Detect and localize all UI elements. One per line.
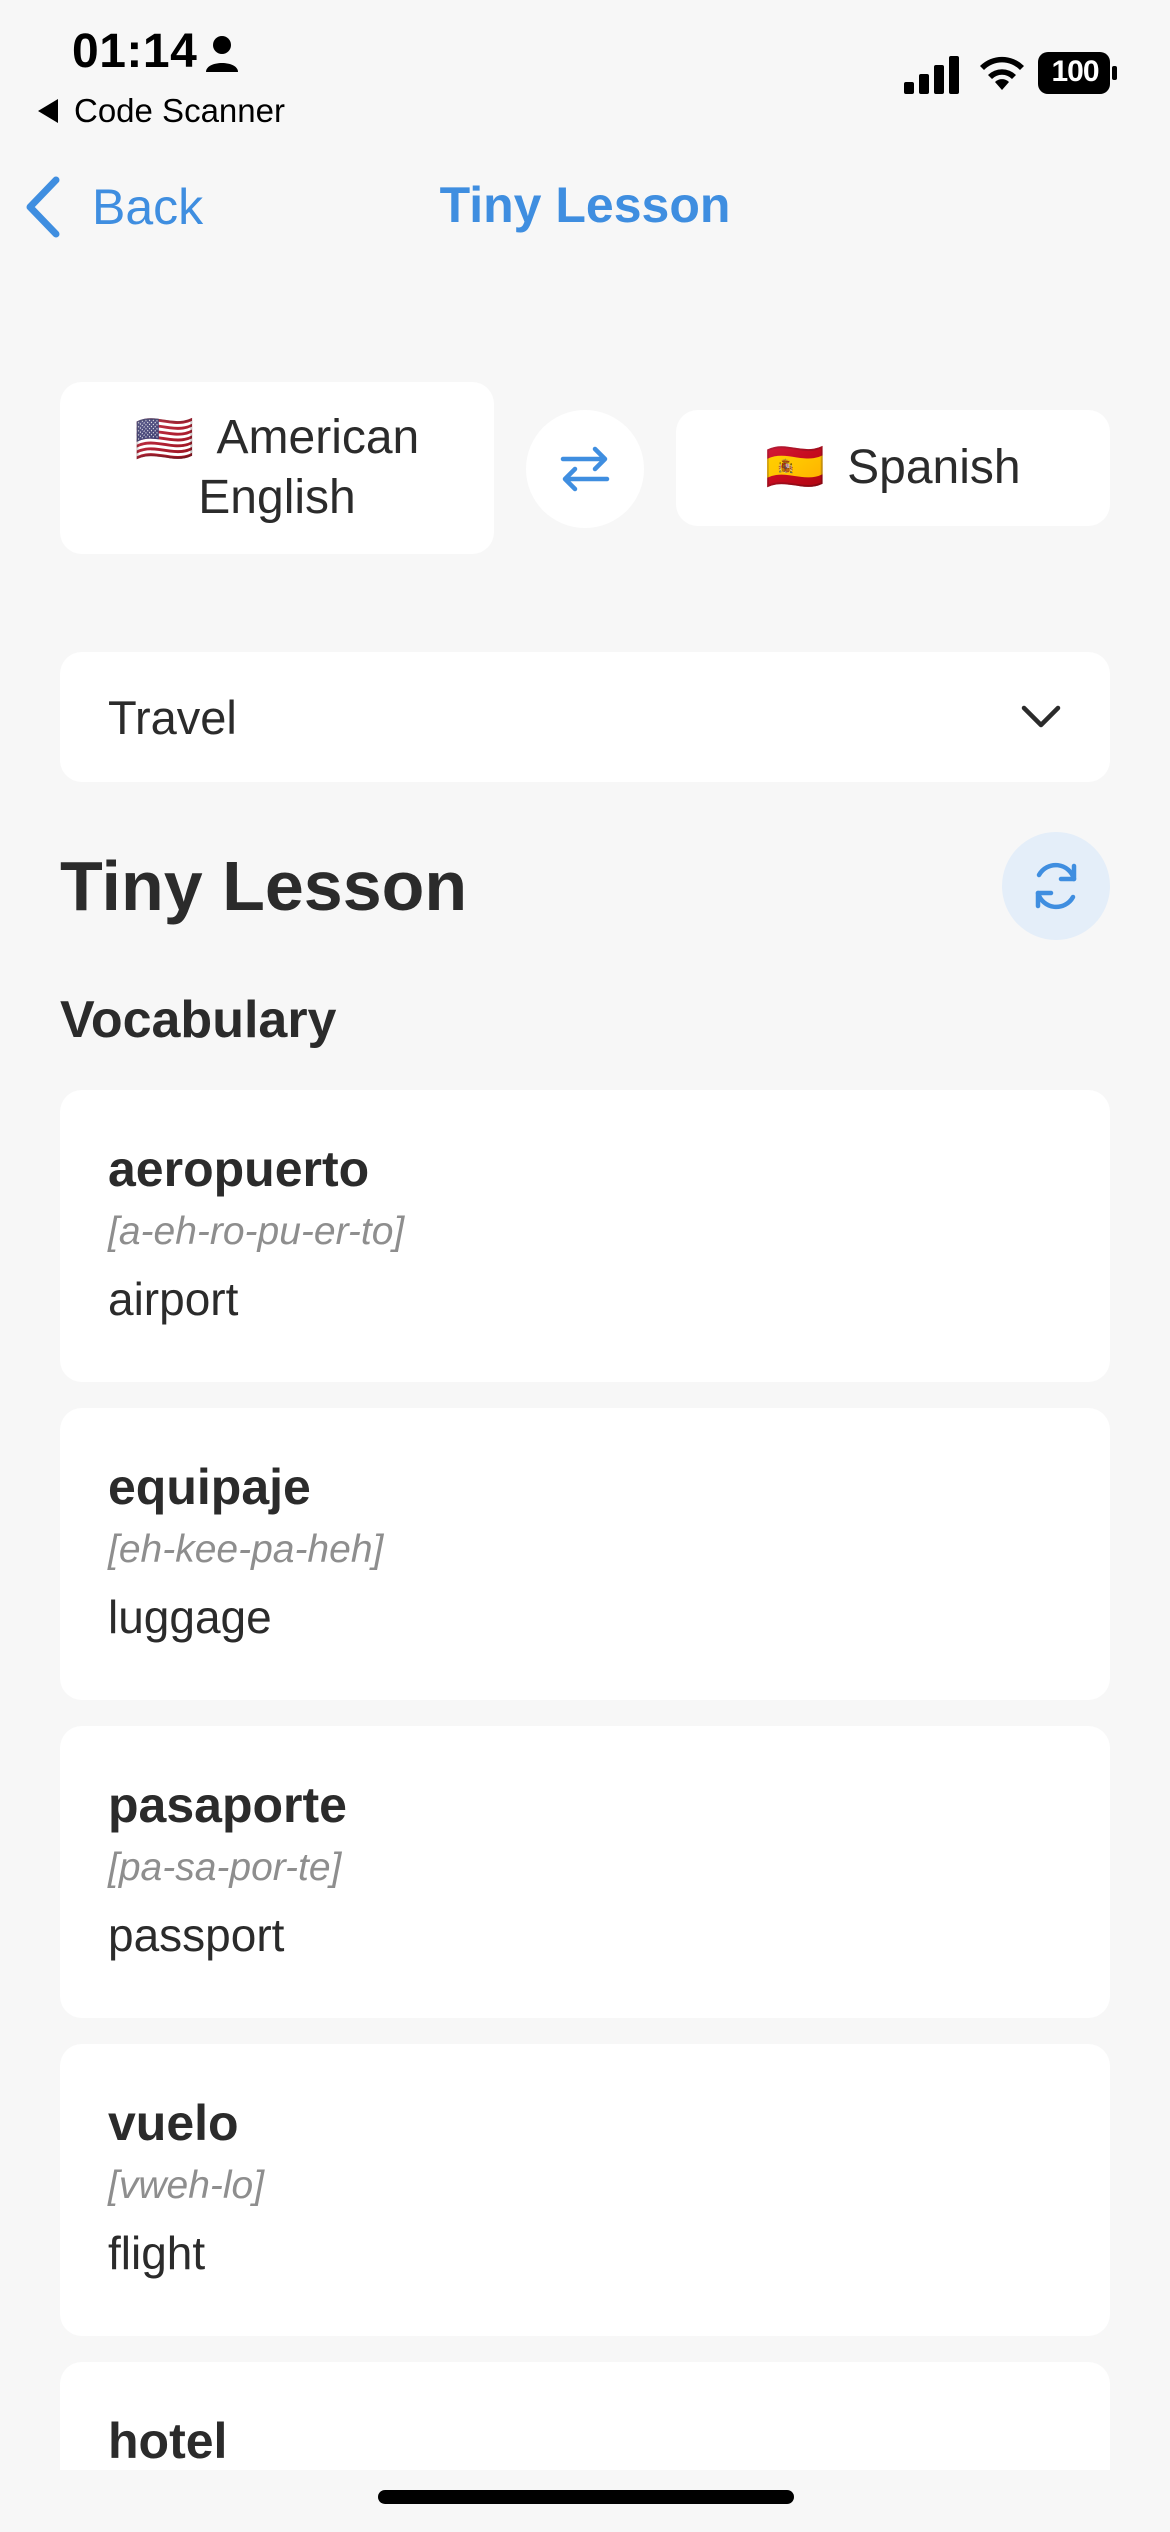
vocab-meaning: passport [108, 1909, 285, 1961]
category-dropdown[interactable]: Travel [60, 652, 1110, 782]
category-selected: Travel [108, 690, 237, 744]
status-time: 01:14 [72, 25, 198, 78]
source-language-line1: American [216, 410, 420, 464]
spain-flag-icon: 🇪🇸 [765, 441, 826, 494]
vocab-word: equipaje [108, 1459, 311, 1515]
battery-level: 100 [1051, 55, 1099, 88]
nav-title: Tiny Lesson [439, 177, 731, 233]
home-indicator[interactable] [378, 2490, 794, 2504]
vocab-card[interactable]: equipaje [eh-kee-pa-heh] luggage [60, 1408, 1110, 1700]
vocab-meaning: airport [108, 1273, 239, 1325]
vocab-card[interactable]: hotel [60, 2362, 1110, 2470]
wifi-icon [980, 56, 1024, 90]
refresh-icon [1035, 862, 1077, 910]
back-triangle-icon [38, 99, 58, 123]
vocabulary-section-title: Vocabulary [60, 991, 337, 1049]
vocab-meaning: luggage [108, 1591, 272, 1643]
vocab-card[interactable]: pasaporte [pa-sa-por-te] passport [60, 1726, 1110, 2018]
back-app-label: Code Scanner [74, 92, 285, 129]
vocabulary-list[interactable]: aeropuerto [a-eh-ro-pu-er-to] airport eq… [60, 1090, 1110, 2470]
vocab-word: aeropuerto [108, 1141, 370, 1197]
target-language-button[interactable]: 🇪🇸 Spanish [676, 410, 1110, 526]
refresh-lesson-button[interactable] [1002, 832, 1110, 940]
vocab-meaning: flight [108, 2227, 206, 2279]
person-icon [206, 36, 238, 72]
us-flag-icon: 🇺🇸 [134, 413, 195, 467]
vocab-word: vuelo [108, 2095, 239, 2151]
lesson-heading: Tiny Lesson [60, 847, 468, 925]
swap-arrows-icon [560, 446, 610, 492]
screen: 01:14 Code Scanner 100 Back Tiny Lesson … [0, 0, 1170, 2532]
vocab-card[interactable]: aeropuerto [a-eh-ro-pu-er-to] airport [60, 1090, 1110, 1382]
vocab-pronunciation: [pa-sa-por-te] [108, 1846, 342, 1889]
source-language-label: 🇺🇸 American English [135, 409, 420, 527]
vocab-card[interactable]: vuelo [vweh-lo] flight [60, 2044, 1110, 2336]
chevron-down-icon [1021, 705, 1061, 728]
source-language-line2: English [198, 471, 356, 525]
target-language-label: Spanish [847, 441, 1021, 494]
cellular-signal-icon [904, 56, 959, 94]
vocab-word: hotel [108, 2413, 228, 2469]
vocab-pronunciation: [vweh-lo] [108, 2164, 265, 2207]
source-language-button[interactable]: 🇺🇸 American English [60, 382, 494, 554]
vocab-pronunciation: [eh-kee-pa-heh] [108, 1528, 384, 1571]
back-to-app-link[interactable]: Code Scanner [38, 92, 285, 130]
vocab-word: pasaporte [108, 1777, 347, 1833]
vocab-pronunciation: [a-eh-ro-pu-er-to] [108, 1210, 405, 1253]
swap-languages-button[interactable] [526, 410, 644, 528]
